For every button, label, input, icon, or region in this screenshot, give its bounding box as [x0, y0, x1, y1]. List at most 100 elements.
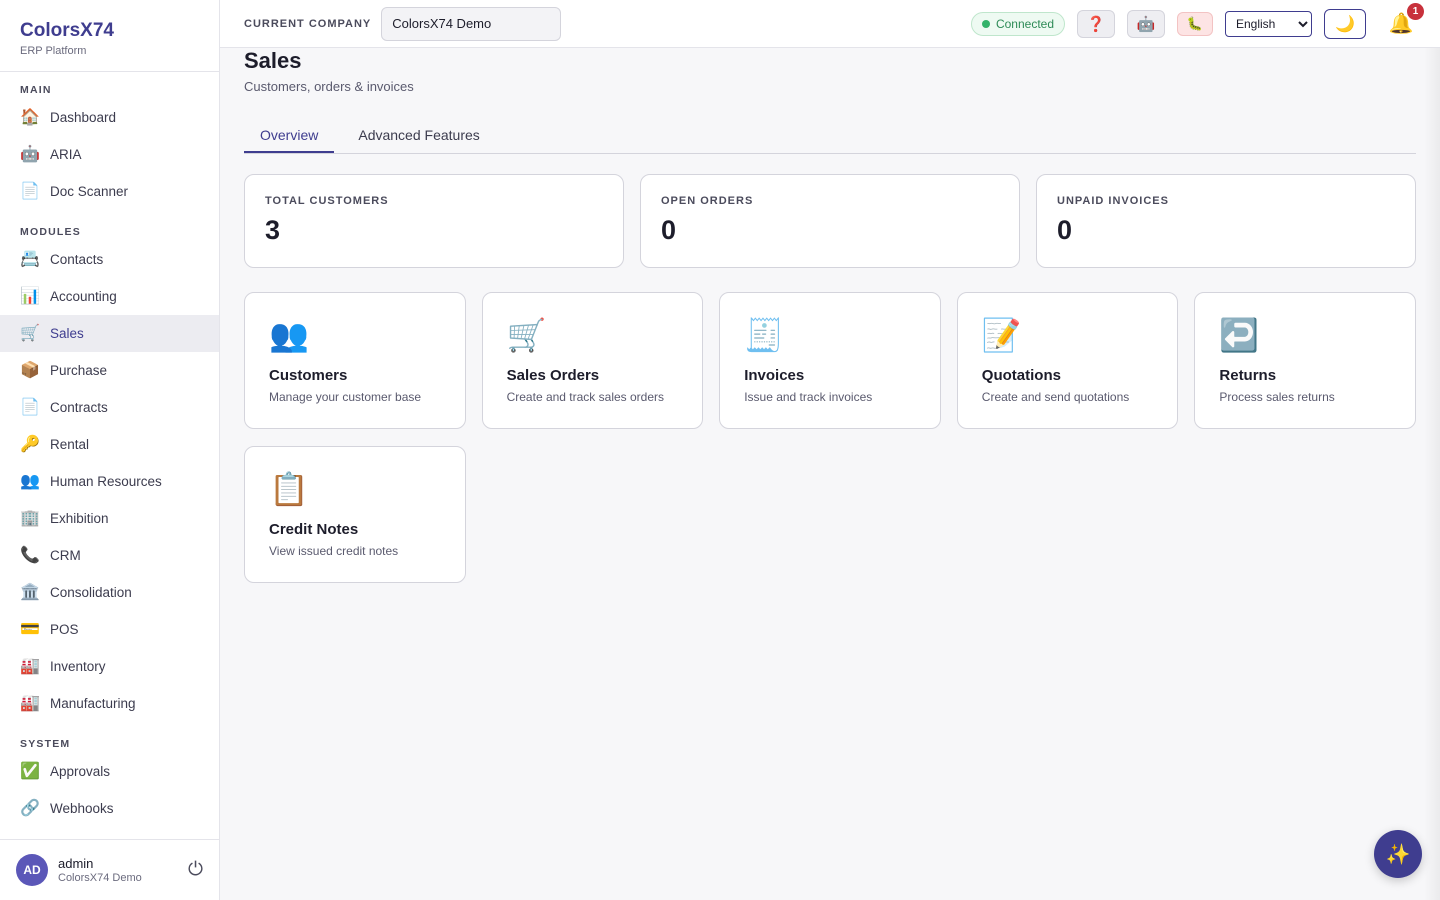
sidebar-item-doc-scanner[interactable]: 📄 Doc Scanner [0, 173, 219, 210]
sidebar-item-accounting[interactable]: 📊 Accounting [0, 278, 219, 315]
sidebar-item-aria[interactable]: 🤖 ARIA [0, 136, 219, 173]
sidebar-item-label: Contracts [50, 400, 108, 415]
sidebar-item-human-resources[interactable]: 👥 Human Resources [0, 463, 219, 500]
company-selector[interactable] [381, 6, 562, 41]
moon-icon: 🌙 [1335, 15, 1355, 33]
sidebar-item-label: Rental [50, 437, 90, 452]
sidebar-item-sales[interactable]: 🛒 Sales [0, 315, 219, 352]
sidebar-item-rental[interactable]: 🔑 Rental [0, 426, 219, 463]
module-card-invoices[interactable]: 🧾 Invoices Issue and track invoices [719, 292, 941, 429]
language-select[interactable]: English [1225, 10, 1312, 37]
card-title: Returns [1219, 367, 1277, 384]
connection-status-label: Connected [995, 16, 1054, 31]
report-bug-button[interactable]: 🐛 [1177, 11, 1213, 36]
module-card-customers[interactable]: 👥 Customers Manage your customer base [244, 292, 466, 429]
sidebar-item-webhooks[interactable]: 🔗 Webhooks [0, 790, 219, 827]
factory-icon: 🏭 [20, 694, 40, 712]
module-cards-grid: 👥 Customers Manage your customer base 🛒 Sale… [244, 292, 1416, 583]
card-index-icon: 📇 [20, 250, 40, 268]
sidebar-section-title: MODULES [20, 226, 81, 238]
connection-status: Connected [970, 11, 1065, 36]
sidebar-item-label: Webhooks [50, 801, 114, 816]
clipboard-icon: 📋 [269, 471, 309, 507]
sidebar-item-exhibition[interactable]: 🏢 Exhibition [0, 500, 219, 537]
sidebar-item-purchase[interactable]: 📦 Purchase [0, 352, 219, 389]
company-label: CURRENT COMPANY [244, 17, 372, 30]
sidebar-item-pos[interactable]: 💳 POS [0, 611, 219, 648]
document-icon: 📄 [20, 398, 40, 416]
assistant-button[interactable]: 🤖 [1127, 9, 1165, 38]
memo-icon: 📝 [981, 317, 1022, 353]
bar-chart-icon: 📊 [20, 287, 40, 305]
tab-overview[interactable]: Overview [244, 118, 335, 153]
key-icon: 🔑 [20, 435, 40, 453]
stat-label: OPEN ORDERS [661, 195, 754, 207]
shopping-cart-icon: 🛒 [506, 317, 547, 353]
office-building-icon: 🏢 [20, 509, 40, 527]
house-icon: 🏠 [20, 108, 40, 126]
brand-subtitle: ERP Platform [20, 45, 87, 57]
brand-name[interactable]: ColorsX74 [20, 20, 199, 42]
brand: ColorsX74 ERP Platform [0, 0, 219, 72]
sidebar-item-label: Manufacturing [50, 696, 136, 711]
sidebar-item-crm[interactable]: 📞 CRM [0, 537, 219, 574]
card-description: Issue and track invoices [744, 390, 873, 404]
avatar[interactable]: AD [16, 854, 48, 886]
main-content: Sales Customers, orders & invoices Overv… [244, 48, 1416, 583]
sidebar-item-label: Approvals [50, 764, 111, 779]
sidebar-item-contracts[interactable]: 📄 Contracts [0, 389, 219, 426]
stat-label: TOTAL CUSTOMERS [265, 195, 389, 207]
stat-label: UNPAID INVOICES [1057, 195, 1169, 207]
sparkles-icon: ✨ [1385, 843, 1411, 866]
stat-value: 0 [1057, 215, 1073, 245]
stat-value: 0 [661, 215, 677, 245]
module-card-returns[interactable]: ↩️ Returns Process sales returns [1194, 292, 1416, 429]
ai-assistant-button[interactable]: ✨ [1374, 830, 1422, 878]
card-title: Credit Notes [269, 521, 359, 538]
card-description: Manage your customer base [269, 390, 422, 404]
module-card-quotations[interactable]: 📝 Quotations Create and send quotations [956, 292, 1179, 429]
module-card-sales-orders[interactable]: 🛒 Sales Orders Create and track sales orde… [481, 292, 704, 429]
sidebar-item-label: CRM [50, 548, 81, 563]
link-icon: 🔗 [20, 799, 40, 817]
user-name: admin [58, 856, 94, 871]
sidebar-item-manufacturing[interactable]: 🏭 Manufacturing [0, 685, 219, 722]
sidebar: ColorsX74 ERP Platform MAIN 🏠 Dashboard 🤖 AR… [0, 0, 220, 900]
sidebar-item-contacts[interactable]: 📇 Contacts [0, 241, 219, 278]
power-icon[interactable]: ⏻ [188, 859, 203, 881]
sidebar-item-label: Human Resources [50, 474, 162, 489]
sidebar-item-inventory[interactable]: 🏭 Inventory [0, 648, 219, 685]
theme-toggle-button[interactable]: 🌙 [1324, 8, 1366, 39]
card-title: Quotations [981, 367, 1061, 384]
notifications-button[interactable]: 🔔 1 [1386, 2, 1424, 39]
sidebar-item-label: Inventory [50, 659, 106, 674]
help-button[interactable]: ❓ [1077, 9, 1115, 38]
sidebar-item-dashboard[interactable]: 🏠 Dashboard [0, 99, 219, 136]
sidebar-nav: MAIN 🏠 Dashboard 🤖 ARIA 📄 Doc Scanner MODULES 📇 C… [0, 83, 219, 827]
status-dot-icon [981, 19, 990, 28]
package-icon: 📦 [20, 361, 40, 379]
card-description: Process sales returns [1219, 390, 1335, 404]
topbar: CURRENT COMPANY Connected ❓ 🤖 🐛 English … [220, 0, 1440, 48]
edge-shadow [1424, 48, 1440, 900]
card-title: Invoices [744, 367, 805, 384]
page-subtitle: Customers, orders & invoices [244, 79, 414, 94]
sidebar-item-consolidation[interactable]: 🏛️ Consolidation [0, 574, 219, 611]
module-card-credit-notes[interactable]: 📋 Credit Notes View issued credit notes [244, 446, 466, 583]
card-title: Customers [269, 367, 348, 384]
sidebar-item-approvals[interactable]: ✅ Approvals [0, 753, 219, 790]
shopping-cart-icon: 🛒 [20, 324, 40, 342]
sidebar-item-label: Doc Scanner [50, 184, 129, 199]
phone-icon: 📞 [20, 546, 40, 564]
sidebar-item-label: Accounting [50, 289, 117, 304]
sidebar-item-label: POS [50, 622, 79, 637]
credit-card-icon: 💳 [20, 620, 40, 638]
tab-advanced-features[interactable]: Advanced Features [342, 118, 495, 153]
robot-icon: 🤖 [20, 145, 40, 163]
card-description: View issued credit notes [269, 544, 399, 558]
user-company: ColorsX74 Demo [58, 872, 142, 884]
sidebar-item-label: Dashboard [50, 110, 117, 125]
topbar-actions: Connected ❓ 🤖 🐛 English 🌙 🔔 1 [970, 2, 1424, 39]
people-icon: 👥 [269, 317, 309, 353]
robot-icon: 🤖 [1136, 15, 1156, 33]
